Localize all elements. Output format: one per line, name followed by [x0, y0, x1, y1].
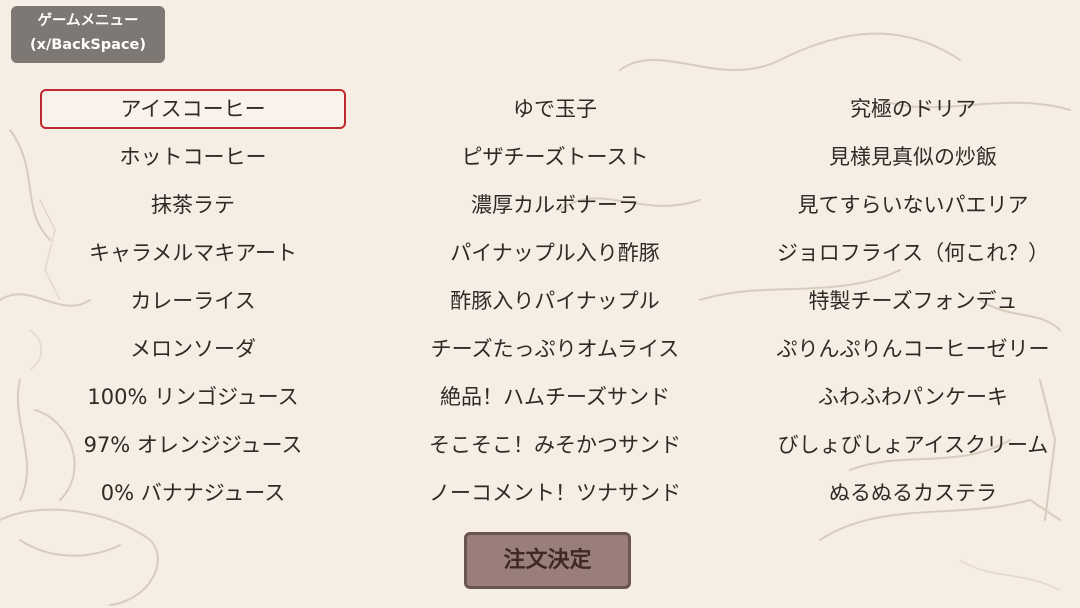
- game-menu-shortcut: (x/BackSpace): [29, 37, 146, 53]
- menu-item[interactable]: 97% オレンジジュース: [40, 425, 346, 465]
- menu-item[interactable]: 絶品！ハムチーズサンド: [400, 377, 710, 417]
- menu-item[interactable]: チーズたっぷりオムライス: [400, 329, 710, 369]
- menu-item[interactable]: 見てすらいないパエリア: [760, 185, 1066, 225]
- menu-item[interactable]: ノーコメント！ツナサンド: [400, 473, 710, 513]
- menu-item[interactable]: ぬるぬるカステラ: [760, 473, 1066, 513]
- menu-item[interactable]: ぷりんぷりんコーヒーゼリー: [760, 329, 1066, 369]
- menu-item[interactable]: ふわふわパンケーキ: [760, 377, 1066, 417]
- menu-item[interactable]: びしょびしょアイスクリーム: [760, 425, 1066, 465]
- game-menu-label: ゲームメニュー: [37, 13, 139, 29]
- menu-item[interactable]: キャラメルマキアート: [40, 233, 346, 273]
- game-menu-button[interactable]: ゲームメニュー (x/BackSpace): [11, 6, 165, 63]
- menu-item[interactable]: 抹茶ラテ: [40, 185, 346, 225]
- menu-item[interactable]: ジョロフライス（何これ？）: [760, 233, 1066, 273]
- menu-item[interactable]: 酢豚入りパイナップル: [400, 281, 710, 321]
- menu-item[interactable]: メロンソーダ: [40, 329, 346, 369]
- menu-item[interactable]: ゆで玉子: [400, 89, 710, 129]
- menu-item[interactable]: カレーライス: [40, 281, 346, 321]
- menu-item[interactable]: 0% バナナジュース: [40, 473, 346, 513]
- menu-item[interactable]: 究極のドリア: [760, 89, 1066, 129]
- menu-item[interactable]: パイナップル入り酢豚: [400, 233, 710, 273]
- menu-item[interactable]: 見様見真似の炒飯: [760, 137, 1066, 177]
- menu-item[interactable]: ホットコーヒー: [40, 137, 346, 177]
- menu-item[interactable]: アイスコーヒー: [40, 89, 346, 129]
- order-confirm-button[interactable]: 注文決定: [464, 532, 631, 589]
- menu-item[interactable]: そこそこ！みそかつサンド: [400, 425, 710, 465]
- menu-item[interactable]: ピザチーズトースト: [400, 137, 710, 177]
- menu-item[interactable]: 100% リンゴジュース: [40, 377, 346, 417]
- menu-item[interactable]: 特製チーズフォンデュ: [760, 281, 1066, 321]
- menu-item[interactable]: 濃厚カルボナーラ: [400, 185, 710, 225]
